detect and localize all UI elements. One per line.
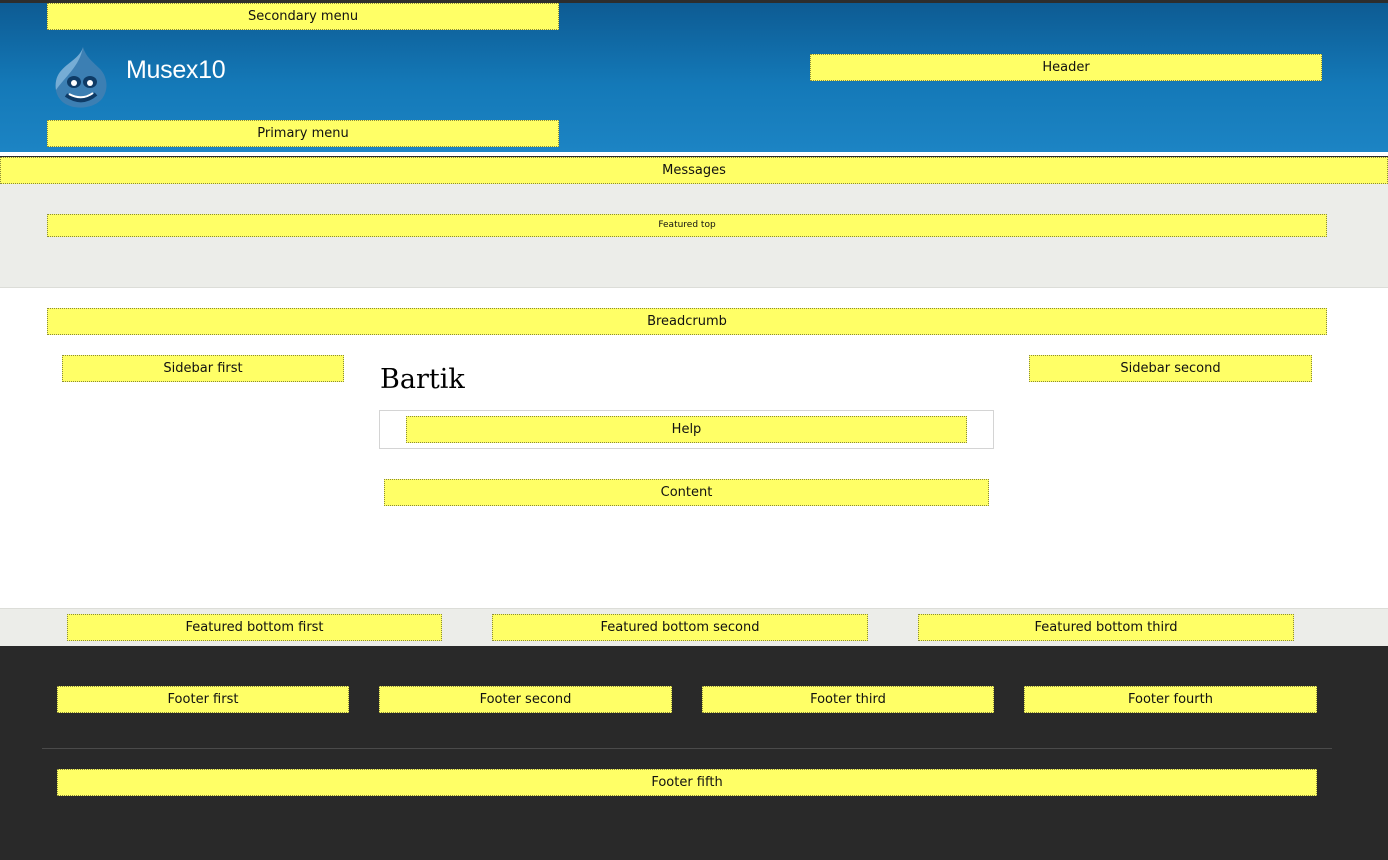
breadcrumb-region[interactable]: Breadcrumb xyxy=(47,308,1327,335)
featured-bottom-first-region: Featured bottom first xyxy=(67,614,442,641)
footer-band xyxy=(0,646,1388,860)
header-divider xyxy=(0,152,1388,156)
footer-fourth-region: Footer fourth xyxy=(1024,686,1317,713)
header-region[interactable]: Header xyxy=(810,54,1322,81)
featured-bottom-second-region: Featured bottom second xyxy=(492,614,868,641)
sidebar-second-region: Sidebar second xyxy=(1029,355,1312,382)
footer-divider xyxy=(42,748,1332,749)
footer-first-region: Footer first xyxy=(57,686,349,713)
messages-region: Messages xyxy=(0,157,1388,184)
featured-top-region: Featured top xyxy=(47,214,1327,237)
drupal-drop-icon[interactable] xyxy=(50,44,112,110)
help-region: Help xyxy=(406,416,967,443)
sidebar-first-region: Sidebar first xyxy=(62,355,344,382)
primary-menu-region[interactable]: Primary menu xyxy=(47,120,559,147)
site-name[interactable]: Musex10 xyxy=(126,56,226,85)
featured-bottom-third-region: Featured bottom third xyxy=(918,614,1294,641)
content-region: Content xyxy=(384,479,989,506)
secondary-menu-region[interactable]: Secondary menu xyxy=(47,3,559,30)
footer-third-region: Footer third xyxy=(702,686,994,713)
footer-fifth-region: Footer fifth xyxy=(57,769,1317,796)
footer-second-region: Footer second xyxy=(379,686,672,713)
page-title: Bartik xyxy=(380,364,465,395)
